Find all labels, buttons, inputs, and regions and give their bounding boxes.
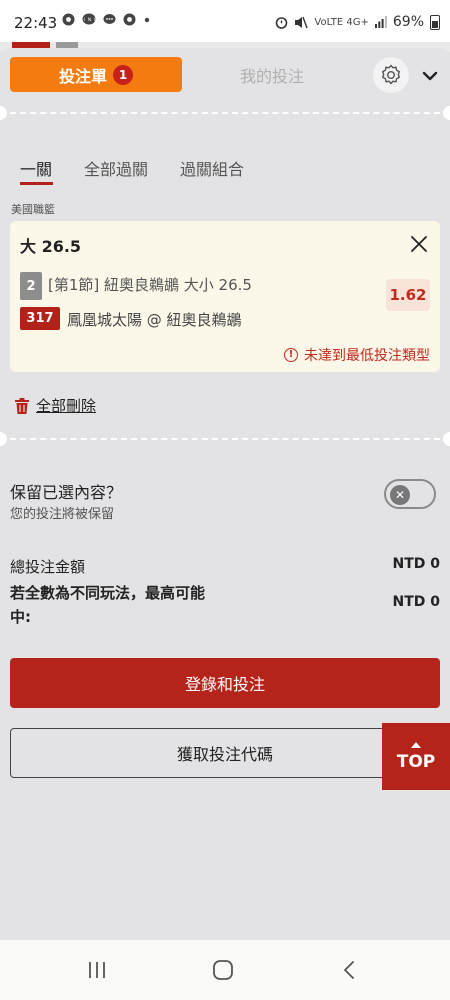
tab-betslip[interactable]: 投注單 1 bbox=[10, 57, 182, 92]
tab-betslip-label: 投注單 bbox=[58, 66, 107, 86]
dot-icon bbox=[144, 17, 149, 23]
signal-icon bbox=[374, 16, 387, 28]
max-win-label: 若全數為不同玩法，最高可能中: bbox=[10, 584, 206, 626]
warning-text: 未達到最低投注類型 bbox=[304, 348, 430, 364]
max-win-value: NTD 0 bbox=[392, 594, 440, 610]
odds-badge: 1.62 bbox=[386, 279, 430, 311]
total-stake-label: 總投注金額 bbox=[10, 558, 86, 576]
get-bet-code-button[interactable]: 獲取投注代碼 bbox=[10, 728, 440, 778]
tab-single[interactable]: 一關 bbox=[20, 156, 52, 180]
network-label: VoLTE 4G+ bbox=[314, 16, 369, 28]
active-tab-indicator bbox=[20, 182, 53, 185]
status-time: 22:43 bbox=[14, 14, 58, 32]
chrome-icon bbox=[123, 13, 136, 26]
toggle-off-icon: ✕ bbox=[390, 485, 410, 505]
remove-bet-button[interactable] bbox=[408, 233, 430, 255]
chrome-icon bbox=[62, 13, 75, 26]
league-label: 美國職籃 bbox=[11, 203, 55, 216]
back-button[interactable] bbox=[334, 958, 364, 982]
notification-icons: LINE bbox=[62, 13, 150, 30]
event-name: 鳳凰城太陽 @ 紐奧良鵜鶘 bbox=[67, 311, 242, 329]
keep-selection-toggle[interactable]: ✕ bbox=[384, 479, 436, 509]
delete-all-button[interactable]: 全部刪除 bbox=[14, 395, 96, 416]
home-icon bbox=[213, 960, 233, 980]
collapse-button[interactable] bbox=[418, 64, 442, 88]
recent-apps-button[interactable] bbox=[82, 958, 112, 982]
min-bet-warning: ! 未達到最低投注類型 bbox=[284, 345, 430, 365]
betslip-count-badge: 1 bbox=[113, 64, 133, 85]
total-stake-value: NTD 0 bbox=[392, 556, 440, 572]
event-id-badge: 317 bbox=[20, 307, 60, 330]
period-badge: 2 bbox=[20, 272, 42, 300]
warning-icon: ! bbox=[284, 348, 298, 362]
bet-market: [第1節] 紐奧良鵜鶘 大小 26.5 bbox=[48, 276, 252, 294]
home-button[interactable] bbox=[208, 958, 238, 982]
status-right: VoLTE 4G+ 69% bbox=[275, 14, 440, 30]
divider bbox=[0, 438, 450, 440]
alarm-icon bbox=[276, 16, 288, 29]
line-icon: LINE bbox=[78, 13, 97, 25]
status-bar: 22:43 LINE VoLTE 4G+ 69% bbox=[0, 0, 450, 42]
arrow-up-icon bbox=[411, 741, 421, 748]
tab-my-bets[interactable]: 我的投注 bbox=[186, 57, 358, 92]
bet-card: 大 26.5 2 [第1節] 紐奧良鵜鶘 大小 26.5 1.62 317 鳳凰… bbox=[10, 221, 440, 372]
gear-icon bbox=[382, 64, 400, 85]
chevron-down-icon bbox=[422, 71, 438, 81]
svg-text:LINE: LINE bbox=[82, 17, 96, 23]
scroll-top-label: TOP bbox=[396, 751, 436, 772]
divider bbox=[0, 112, 450, 114]
trash-icon bbox=[15, 397, 29, 414]
login-and-bet-button[interactable]: 登錄和投注 bbox=[10, 658, 440, 708]
settings-button[interactable] bbox=[373, 57, 409, 93]
tab-all-parlay[interactable]: 全部過關 bbox=[84, 156, 148, 180]
tab-parlay-combo[interactable]: 過關組合 bbox=[180, 156, 244, 180]
battery-percent: 69% bbox=[392, 14, 424, 30]
keep-selection-title: 保留已選內容？ bbox=[10, 483, 123, 502]
mute-icon bbox=[295, 16, 309, 28]
back-icon bbox=[344, 961, 354, 979]
system-nav-bar bbox=[0, 940, 450, 1000]
chat-icon bbox=[103, 14, 116, 24]
divider-notch-right bbox=[443, 106, 450, 120]
keep-selection-subtitle: 您的投注將被保留 bbox=[10, 507, 115, 522]
battery-icon bbox=[430, 14, 440, 30]
delete-all-label: 全部刪除 bbox=[36, 397, 97, 415]
bet-selection-title: 大 26.5 bbox=[20, 237, 82, 256]
close-icon bbox=[411, 236, 427, 252]
divider-notch-right bbox=[443, 432, 450, 446]
recent-apps-icon bbox=[89, 962, 105, 978]
scroll-top-button[interactable]: TOP bbox=[382, 723, 450, 790]
